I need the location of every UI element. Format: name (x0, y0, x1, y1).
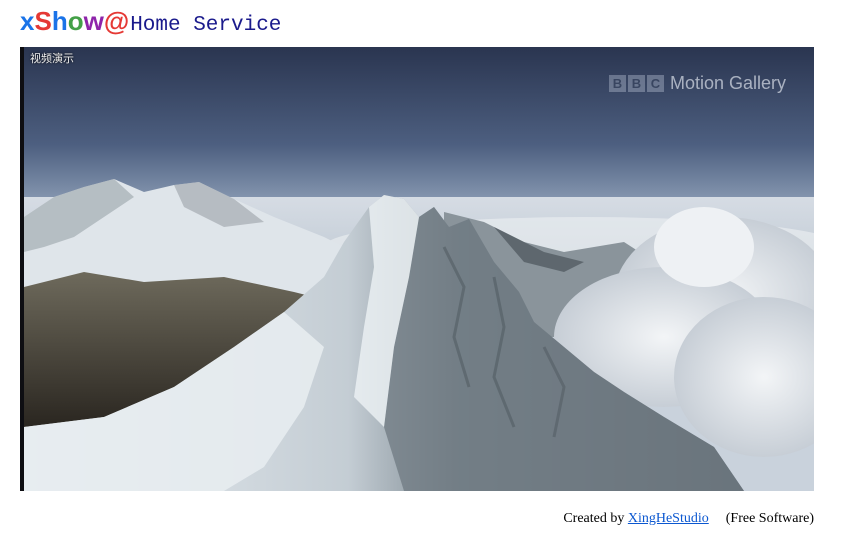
footer-license: (Free Software) (725, 511, 814, 526)
logo-letter-w: w (83, 6, 104, 36)
video-player[interactable]: 视频演示 B B C Motion Gallery (20, 47, 814, 491)
watermark-logo-boxes: B B C (608, 75, 664, 92)
watermark-box: B (608, 75, 626, 92)
footer-studio-link[interactable]: XingHeStudio (628, 511, 709, 526)
page-title: Home Service (130, 14, 282, 37)
logo-letter-o: o (67, 6, 84, 36)
logo-letter-h: h (51, 6, 68, 36)
video-frame-mountain-scene (24, 47, 814, 491)
watermark-box: C (646, 75, 664, 92)
watermark-box: B (627, 75, 645, 92)
page-header: xShow@ Home Service (20, 6, 281, 42)
video-watermark: B B C Motion Gallery (608, 73, 786, 94)
video-caption: 视频演示 (30, 52, 74, 65)
footer-created-by: Created by (563, 511, 625, 526)
logo-letter-s: S (34, 6, 52, 36)
logo-letter-x: x (20, 6, 35, 36)
logo-at-sign: @ (103, 6, 130, 36)
watermark-text: Motion Gallery (669, 73, 786, 93)
page-footer: Created by XingHeStudio (Free Software) (563, 511, 814, 527)
site-logo: xShow@ (20, 6, 129, 37)
